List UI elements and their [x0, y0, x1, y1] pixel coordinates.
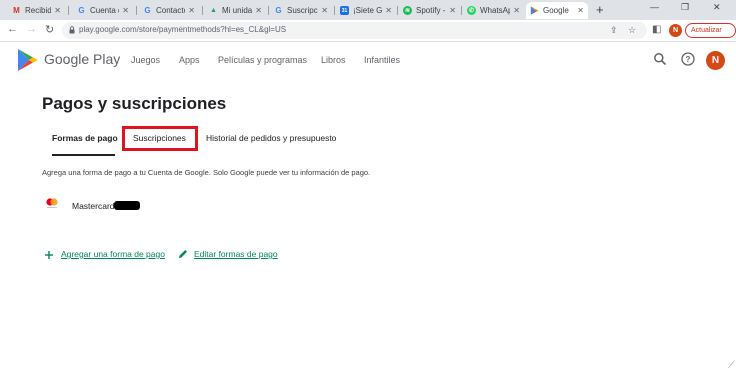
nav-peliculas[interactable]: Películas y programas	[218, 55, 307, 65]
back-icon[interactable]: ←	[7, 23, 18, 35]
close-icon[interactable]: ✕	[122, 6, 129, 15]
tab-separator	[136, 6, 137, 15]
tab-label: Suscripc	[287, 6, 318, 15]
window-close-icon[interactable]: ✕	[713, 2, 721, 13]
edit-pencil-icon[interactable]	[177, 248, 189, 260]
tab-label: Recibido	[25, 6, 52, 15]
close-icon[interactable]: ✕	[188, 6, 195, 15]
tab-drive[interactable]: ▲ Mi unidad ✕	[205, 2, 266, 19]
browser-toolbar: ← → ↻ play.google.com/store/paymentmetho…	[0, 20, 736, 42]
nav-infantiles[interactable]: Infantiles	[364, 55, 400, 65]
svg-text:?: ?	[686, 55, 691, 64]
tab-contactos[interactable]: G Contacto ✕	[139, 2, 199, 19]
nav-apps[interactable]: Apps	[179, 55, 200, 65]
add-payment-method-link[interactable]: Agregar una forma de pago	[61, 249, 165, 259]
tab-google-play[interactable]: Google ✕	[526, 2, 588, 19]
close-icon[interactable]: ✕	[321, 6, 328, 15]
payment-info-text: Agrega una forma de pago a tu Cuenta de …	[42, 168, 371, 177]
tab-formas-de-pago[interactable]: Formas de pago	[52, 133, 118, 143]
bookmark-star-icon[interactable]: ☆	[628, 25, 636, 36]
tab-siete[interactable]: 31 ¡Siete Gr ✕	[336, 2, 396, 19]
tab-separator	[334, 6, 335, 15]
search-icon[interactable]	[653, 52, 667, 66]
tab-historial-pedidos[interactable]: Historial de pedidos y presupuesto	[206, 133, 336, 143]
tab-spotify[interactable]: ≋ Spotify - ✕	[399, 2, 460, 19]
nav-libros[interactable]: Libros	[321, 55, 346, 65]
account-avatar[interactable]: N	[706, 51, 725, 70]
edit-payment-methods-link[interactable]: Editar formas de pago	[194, 249, 278, 259]
tab-whatsapp[interactable]: ✆ WhatsApp ✕	[463, 2, 524, 19]
google-icon: G	[144, 6, 151, 15]
close-icon[interactable]: ✕	[449, 6, 456, 15]
payment-method-name[interactable]: Mastercard	[72, 201, 115, 211]
highlight-annotation	[122, 126, 198, 151]
active-tab-indicator	[52, 154, 115, 156]
tab-separator	[268, 6, 269, 15]
tab-label: Google	[543, 6, 569, 15]
google-play-logo-icon[interactable]	[17, 48, 39, 72]
redacted-card-number	[114, 201, 140, 210]
tab-separator	[202, 6, 203, 15]
google-play-logo-text[interactable]: Google Play	[44, 51, 120, 67]
mastercard-icon	[46, 198, 58, 208]
resize-handle-icon: ⟋	[728, 360, 735, 371]
play-icon	[530, 6, 539, 15]
tab-gmail[interactable]: M Recibido ✕	[8, 2, 65, 19]
drive-icon: ▲	[210, 7, 217, 14]
tab-separator	[68, 6, 69, 15]
tab-label: Spotify -	[416, 6, 446, 15]
tab-separator	[461, 6, 462, 15]
new-tab-button[interactable]: +	[596, 2, 604, 17]
close-icon[interactable]: ✕	[577, 6, 584, 15]
forward-icon[interactable]: →	[26, 23, 37, 35]
tab-separator	[397, 6, 398, 15]
url-text: play.google.com/store/paymentmethods?hl=…	[79, 25, 287, 34]
close-icon[interactable]: ✕	[54, 6, 61, 15]
page-title: Pagos y suscripciones	[42, 94, 227, 113]
add-icon[interactable]	[44, 250, 54, 260]
spotify-icon: ≋	[403, 6, 412, 15]
google-icon: G	[78, 6, 85, 15]
tab-suscripciones[interactable]: G Suscripc ✕	[270, 2, 332, 19]
lock-icon	[69, 26, 75, 34]
address-bar[interactable]: play.google.com/store/paymentmethods?hl=…	[62, 22, 647, 39]
help-icon[interactable]: ?	[681, 52, 695, 66]
gmail-icon: M	[13, 6, 20, 15]
calendar-icon: 31	[340, 6, 349, 15]
tab-label: Contacto	[156, 6, 186, 15]
tab-label: Cuenta de	[90, 6, 119, 15]
browser-tabstrip: M Recibido ✕ G Cuenta de ✕ G Contacto ✕ …	[0, 0, 736, 20]
tab-cuenta[interactable]: G Cuenta de ✕	[73, 2, 133, 19]
tab-label: ¡Siete Gr	[353, 6, 383, 15]
maximize-icon[interactable]: ❐	[681, 2, 689, 13]
close-icon[interactable]: ✕	[513, 6, 520, 15]
reload-icon[interactable]: ↻	[45, 23, 54, 36]
share-icon[interactable]: ⇪	[610, 25, 618, 36]
minimize-icon[interactable]: —	[650, 2, 659, 12]
side-panel-icon[interactable]: ◧	[652, 24, 661, 35]
close-icon[interactable]: ✕	[385, 6, 392, 15]
google-icon: G	[275, 6, 282, 15]
whatsapp-icon: ✆	[467, 6, 476, 15]
nav-juegos[interactable]: Juegos	[131, 55, 160, 65]
update-button[interactable]: Actualizar	[685, 23, 736, 38]
tab-label: Mi unidad	[222, 6, 253, 15]
profile-avatar[interactable]: N	[669, 24, 682, 37]
close-icon[interactable]: ✕	[255, 6, 262, 15]
tab-label: WhatsApp	[480, 6, 511, 15]
